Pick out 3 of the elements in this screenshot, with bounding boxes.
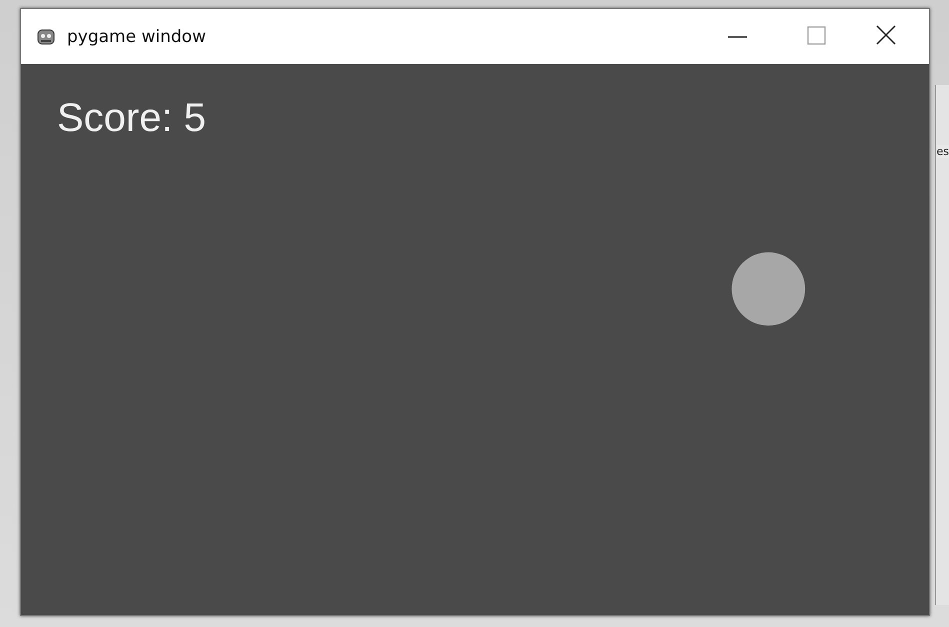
background-text: es (936, 145, 949, 158)
score-text: Score: 5 (57, 96, 206, 141)
window-title: pygame window (67, 26, 206, 46)
